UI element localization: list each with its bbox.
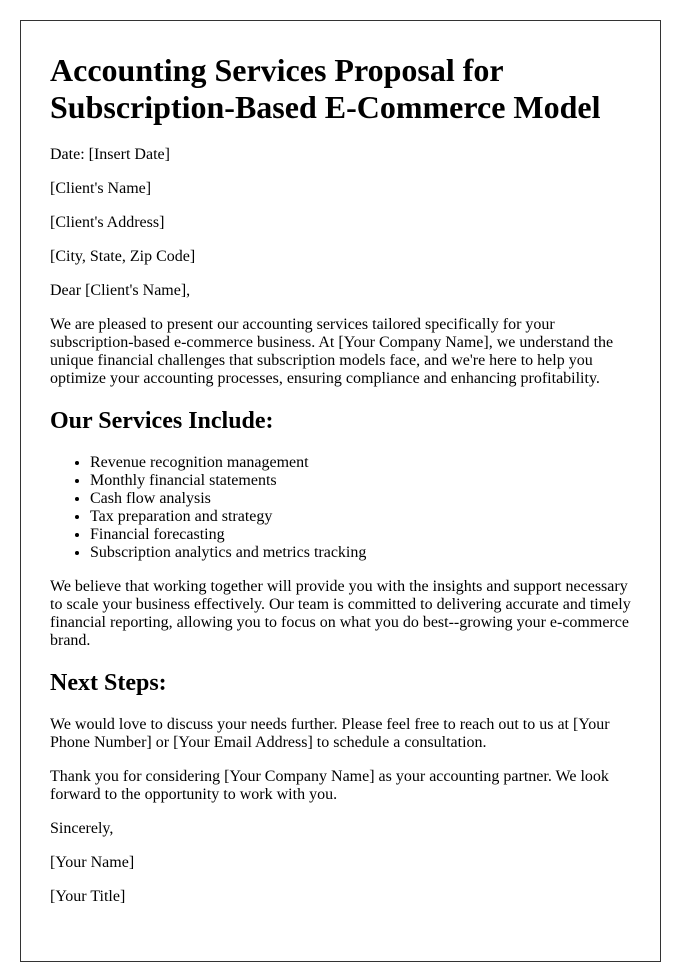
- services-list: Revenue recognition management Monthly f…: [50, 454, 631, 562]
- closing: Sincerely,: [50, 820, 114, 837]
- service-item: Cash flow analysis: [90, 490, 631, 508]
- letter-page: Accounting Services Proposal for Subscri…: [20, 20, 661, 962]
- next-steps-paragraph: We would love to discuss your needs furt…: [50, 716, 610, 751]
- signature-title: [Your Title]: [50, 888, 126, 905]
- client-name-line: [Client's Name]: [50, 180, 152, 197]
- signature-name: [Your Name]: [50, 854, 135, 871]
- service-item: Monthly financial statements: [90, 472, 631, 490]
- client-address-line: [Client's Address]: [50, 214, 165, 231]
- value-paragraph: We believe that working together will pr…: [50, 578, 631, 649]
- salutation: Dear [Client's Name],: [50, 282, 191, 299]
- service-item: Subscription analytics and metrics track…: [90, 544, 631, 562]
- intro-paragraph: We are pleased to present our accounting…: [50, 316, 614, 387]
- service-item: Revenue recognition management: [90, 454, 631, 472]
- service-item: Financial forecasting: [90, 526, 631, 544]
- thanks-paragraph: Thank you for considering [Your Company …: [50, 768, 609, 803]
- next-steps-heading: Next Steps:: [50, 670, 167, 696]
- city-state-zip-line: [City, State, Zip Code]: [50, 248, 196, 265]
- date-line: Date: [Insert Date]: [50, 146, 170, 163]
- service-item: Tax preparation and strategy: [90, 508, 631, 526]
- document-title: Accounting Services Proposal for Subscri…: [50, 52, 601, 125]
- services-heading: Our Services Include:: [50, 408, 274, 434]
